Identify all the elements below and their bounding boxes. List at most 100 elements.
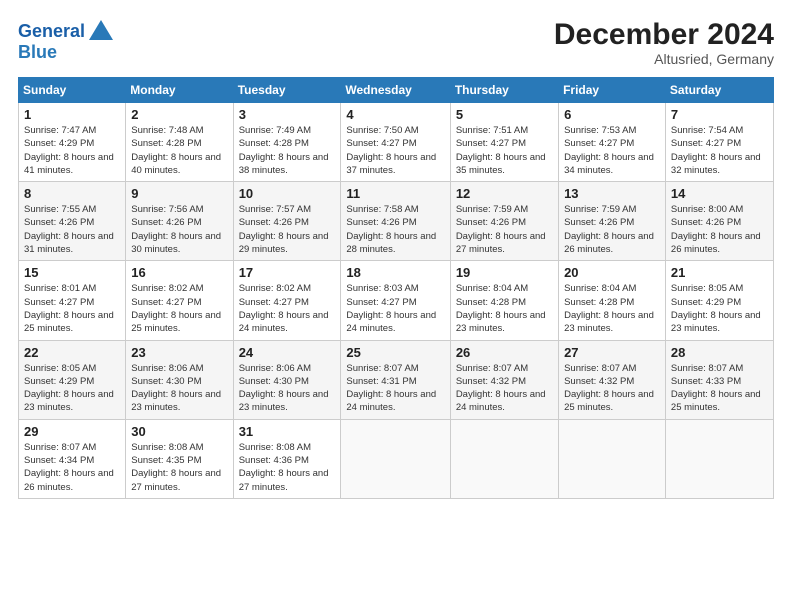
weekday-saturday: Saturday: [665, 78, 773, 103]
day-info: Sunrise: 8:01 AMSunset: 4:27 PMDaylight:…: [24, 283, 114, 334]
day-number: 21: [671, 265, 768, 280]
day-number: 24: [239, 345, 336, 360]
day-number: 4: [346, 107, 444, 122]
calendar-cell: [341, 419, 450, 498]
day-info: Sunrise: 7:58 AMSunset: 4:26 PMDaylight:…: [346, 204, 436, 255]
day-number: 30: [131, 424, 227, 439]
weekday-sunday: Sunday: [19, 78, 126, 103]
calendar-cell: 27 Sunrise: 8:07 AMSunset: 4:32 PMDaylig…: [559, 340, 666, 419]
header: General Blue December 2024 Altusried, Ge…: [18, 18, 774, 67]
calendar-cell: 19 Sunrise: 8:04 AMSunset: 4:28 PMDaylig…: [450, 261, 558, 340]
day-number: 18: [346, 265, 444, 280]
calendar-cell: 1 Sunrise: 7:47 AMSunset: 4:29 PMDayligh…: [19, 103, 126, 182]
page: General Blue December 2024 Altusried, Ge…: [0, 0, 792, 612]
calendar-cell: 31 Sunrise: 8:08 AMSunset: 4:36 PMDaylig…: [233, 419, 341, 498]
day-number: 6: [564, 107, 660, 122]
day-info: Sunrise: 8:07 AMSunset: 4:32 PMDaylight:…: [564, 363, 654, 414]
day-info: Sunrise: 7:59 AMSunset: 4:26 PMDaylight:…: [564, 204, 654, 255]
weekday-monday: Monday: [126, 78, 233, 103]
day-info: Sunrise: 7:50 AMSunset: 4:27 PMDaylight:…: [346, 125, 436, 176]
day-number: 25: [346, 345, 444, 360]
calendar-cell: 2 Sunrise: 7:48 AMSunset: 4:28 PMDayligh…: [126, 103, 233, 182]
calendar-cell: 10 Sunrise: 7:57 AMSunset: 4:26 PMDaylig…: [233, 182, 341, 261]
day-number: 14: [671, 186, 768, 201]
day-info: Sunrise: 7:55 AMSunset: 4:26 PMDaylight:…: [24, 204, 114, 255]
calendar-cell: 30 Sunrise: 8:08 AMSunset: 4:35 PMDaylig…: [126, 419, 233, 498]
calendar-cell: [559, 419, 666, 498]
day-number: 29: [24, 424, 120, 439]
day-info: Sunrise: 8:07 AMSunset: 4:31 PMDaylight:…: [346, 363, 436, 414]
day-info: Sunrise: 7:49 AMSunset: 4:28 PMDaylight:…: [239, 125, 329, 176]
day-number: 8: [24, 186, 120, 201]
week-row-3: 15 Sunrise: 8:01 AMSunset: 4:27 PMDaylig…: [19, 261, 774, 340]
calendar-cell: 14 Sunrise: 8:00 AMSunset: 4:26 PMDaylig…: [665, 182, 773, 261]
calendar-cell: 4 Sunrise: 7:50 AMSunset: 4:27 PMDayligh…: [341, 103, 450, 182]
day-info: Sunrise: 7:56 AMSunset: 4:26 PMDaylight:…: [131, 204, 221, 255]
calendar-cell: 20 Sunrise: 8:04 AMSunset: 4:28 PMDaylig…: [559, 261, 666, 340]
day-info: Sunrise: 8:07 AMSunset: 4:34 PMDaylight:…: [24, 442, 114, 493]
month-title: December 2024: [554, 18, 774, 51]
calendar-cell: 7 Sunrise: 7:54 AMSunset: 4:27 PMDayligh…: [665, 103, 773, 182]
weekday-header-row: SundayMondayTuesdayWednesdayThursdayFrid…: [19, 78, 774, 103]
calendar-cell: 5 Sunrise: 7:51 AMSunset: 4:27 PMDayligh…: [450, 103, 558, 182]
day-info: Sunrise: 7:51 AMSunset: 4:27 PMDaylight:…: [456, 125, 546, 176]
day-info: Sunrise: 7:48 AMSunset: 4:28 PMDaylight:…: [131, 125, 221, 176]
calendar-table: SundayMondayTuesdayWednesdayThursdayFrid…: [18, 77, 774, 499]
day-info: Sunrise: 8:08 AMSunset: 4:36 PMDaylight:…: [239, 442, 329, 493]
day-number: 22: [24, 345, 120, 360]
day-number: 1: [24, 107, 120, 122]
calendar-cell: 13 Sunrise: 7:59 AMSunset: 4:26 PMDaylig…: [559, 182, 666, 261]
week-row-4: 22 Sunrise: 8:05 AMSunset: 4:29 PMDaylig…: [19, 340, 774, 419]
weekday-thursday: Thursday: [450, 78, 558, 103]
day-info: Sunrise: 8:06 AMSunset: 4:30 PMDaylight:…: [239, 363, 329, 414]
day-number: 12: [456, 186, 553, 201]
calendar-cell: 9 Sunrise: 7:56 AMSunset: 4:26 PMDayligh…: [126, 182, 233, 261]
calendar-cell: 29 Sunrise: 8:07 AMSunset: 4:34 PMDaylig…: [19, 419, 126, 498]
logo-icon: [87, 18, 115, 46]
day-info: Sunrise: 7:57 AMSunset: 4:26 PMDaylight:…: [239, 204, 329, 255]
day-info: Sunrise: 8:05 AMSunset: 4:29 PMDaylight:…: [671, 283, 761, 334]
weekday-tuesday: Tuesday: [233, 78, 341, 103]
week-row-5: 29 Sunrise: 8:07 AMSunset: 4:34 PMDaylig…: [19, 419, 774, 498]
day-number: 3: [239, 107, 336, 122]
day-number: 13: [564, 186, 660, 201]
day-number: 9: [131, 186, 227, 201]
calendar-cell: 12 Sunrise: 7:59 AMSunset: 4:26 PMDaylig…: [450, 182, 558, 261]
day-number: 2: [131, 107, 227, 122]
day-info: Sunrise: 8:04 AMSunset: 4:28 PMDaylight:…: [564, 283, 654, 334]
day-number: 26: [456, 345, 553, 360]
calendar-cell: 16 Sunrise: 8:02 AMSunset: 4:27 PMDaylig…: [126, 261, 233, 340]
week-row-1: 1 Sunrise: 7:47 AMSunset: 4:29 PMDayligh…: [19, 103, 774, 182]
calendar-cell: 8 Sunrise: 7:55 AMSunset: 4:26 PMDayligh…: [19, 182, 126, 261]
day-info: Sunrise: 7:59 AMSunset: 4:26 PMDaylight:…: [456, 204, 546, 255]
calendar-cell: 3 Sunrise: 7:49 AMSunset: 4:28 PMDayligh…: [233, 103, 341, 182]
calendar-cell: [665, 419, 773, 498]
calendar-cell: 26 Sunrise: 8:07 AMSunset: 4:32 PMDaylig…: [450, 340, 558, 419]
weekday-friday: Friday: [559, 78, 666, 103]
day-info: Sunrise: 8:00 AMSunset: 4:26 PMDaylight:…: [671, 204, 761, 255]
day-number: 15: [24, 265, 120, 280]
calendar-cell: 22 Sunrise: 8:05 AMSunset: 4:29 PMDaylig…: [19, 340, 126, 419]
day-info: Sunrise: 8:03 AMSunset: 4:27 PMDaylight:…: [346, 283, 436, 334]
day-number: 20: [564, 265, 660, 280]
day-number: 19: [456, 265, 553, 280]
day-info: Sunrise: 8:06 AMSunset: 4:30 PMDaylight:…: [131, 363, 221, 414]
day-number: 28: [671, 345, 768, 360]
day-number: 31: [239, 424, 336, 439]
day-number: 17: [239, 265, 336, 280]
day-info: Sunrise: 8:07 AMSunset: 4:33 PMDaylight:…: [671, 363, 761, 414]
day-number: 27: [564, 345, 660, 360]
day-info: Sunrise: 8:02 AMSunset: 4:27 PMDaylight:…: [131, 283, 221, 334]
day-info: Sunrise: 8:05 AMSunset: 4:29 PMDaylight:…: [24, 363, 114, 414]
calendar-cell: 28 Sunrise: 8:07 AMSunset: 4:33 PMDaylig…: [665, 340, 773, 419]
day-info: Sunrise: 7:54 AMSunset: 4:27 PMDaylight:…: [671, 125, 761, 176]
day-number: 11: [346, 186, 444, 201]
calendar-cell: 18 Sunrise: 8:03 AMSunset: 4:27 PMDaylig…: [341, 261, 450, 340]
day-number: 23: [131, 345, 227, 360]
calendar-cell: 6 Sunrise: 7:53 AMSunset: 4:27 PMDayligh…: [559, 103, 666, 182]
day-info: Sunrise: 8:08 AMSunset: 4:35 PMDaylight:…: [131, 442, 221, 493]
calendar-cell: 15 Sunrise: 8:01 AMSunset: 4:27 PMDaylig…: [19, 261, 126, 340]
day-number: 10: [239, 186, 336, 201]
day-info: Sunrise: 8:07 AMSunset: 4:32 PMDaylight:…: [456, 363, 546, 414]
location: Altusried, Germany: [554, 51, 774, 67]
